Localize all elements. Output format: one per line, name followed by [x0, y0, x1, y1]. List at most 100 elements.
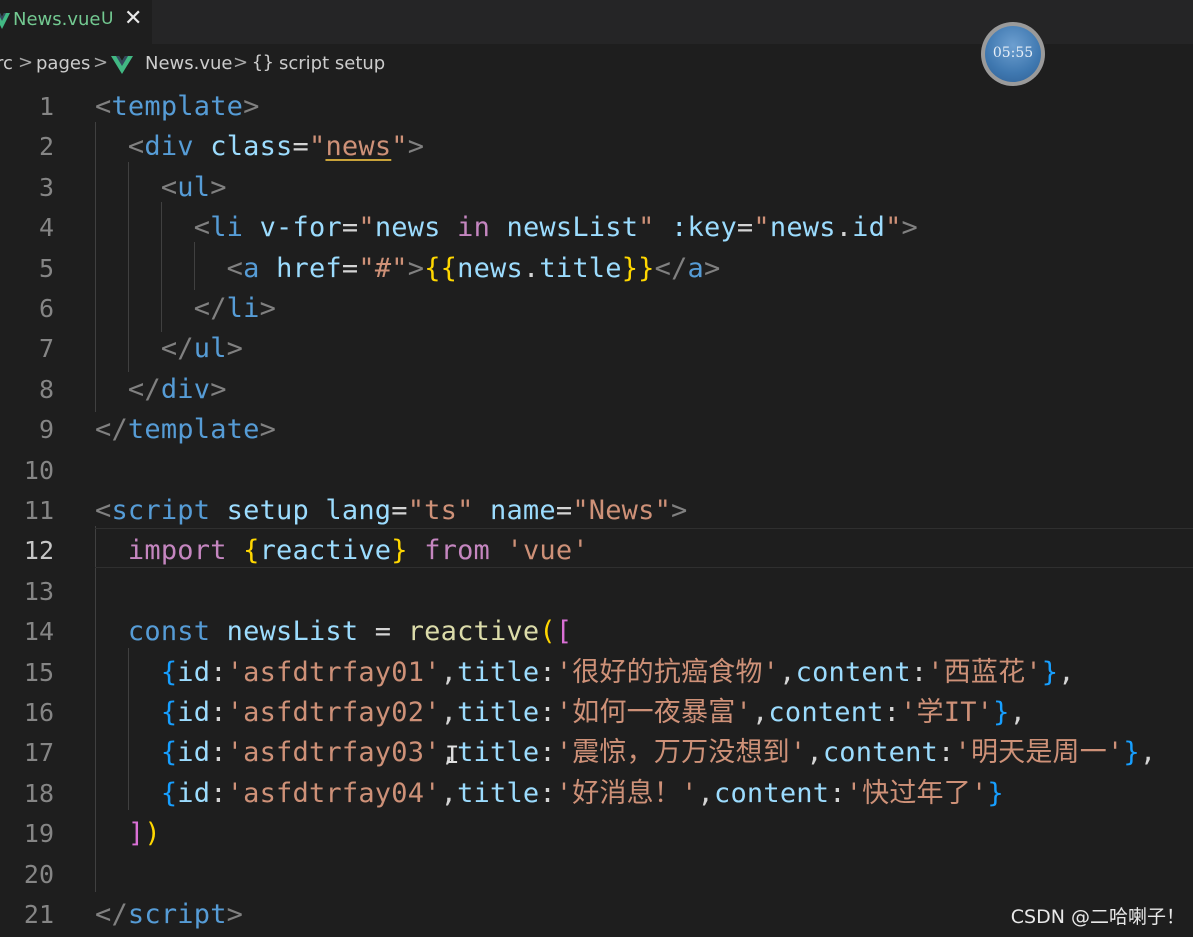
code-token: news [769, 212, 836, 244]
line-number: 4 [38, 213, 54, 243]
code-token: import [127, 535, 227, 567]
code-text: {id:'asfdtrfay04',title:'好消息！',content:'… [95, 774, 1004, 814]
code-token: class [210, 131, 293, 163]
code-text: <a href="#">{{news.title}}</a> [95, 249, 721, 289]
line-number: 14 [23, 617, 54, 647]
code-token: 'asfdtrfay03' [226, 737, 441, 769]
code-token: , [440, 656, 458, 688]
breadcrumb-item-script-setup[interactable]: script setup [279, 53, 385, 74]
code-line[interactable]: 4 <li v-for="news in newsList" :key="new… [0, 208, 1193, 248]
code-token: : [829, 777, 846, 809]
code-text: const newsList = reactive([ [95, 612, 572, 652]
code-token: , [806, 737, 823, 769]
breadcrumb-item-src[interactable]: rc [0, 53, 13, 74]
code-line[interactable]: 14 const newsList = reactive([ [0, 612, 1193, 652]
line-number: 19 [23, 819, 54, 849]
code-token: title [457, 697, 540, 728]
code-line[interactable]: 19 ]) [0, 814, 1193, 854]
code-line[interactable]: 20 [0, 855, 1193, 895]
code-token: div [144, 131, 194, 163]
code-token: > [407, 252, 425, 284]
code-token: ) [144, 818, 161, 850]
line-number: 16 [23, 698, 54, 727]
line-number: 7 [38, 334, 54, 364]
code-token: [ [555, 616, 573, 648]
code-token: { [160, 737, 178, 769]
code-token: title [457, 656, 540, 688]
code-line[interactable]: 8 </div> [0, 370, 1193, 410]
tab-news-vue[interactable]: News.vue U ✕ [0, 0, 152, 44]
code-editor[interactable]: 1 <template> 2 <div class="news"> 3 <ul> 4 <… [0, 86, 1193, 937]
code-token: li [210, 212, 244, 244]
code-token: news [374, 212, 441, 244]
line-number: 1 [38, 92, 54, 121]
breadcrumb-item-news-vue[interactable]: News.vue [145, 53, 233, 74]
code-token: id [177, 656, 211, 688]
code-line[interactable]: 18 {id:'asfdtrfay04',title:'好消息！',conten… [0, 774, 1193, 814]
code-token: > [704, 252, 721, 284]
code-line[interactable]: 6 </li> [0, 289, 1193, 329]
code-token: . [522, 252, 540, 284]
code-token: '明天是周一' [954, 737, 1124, 769]
code-line[interactable]: 16 {id:'asfdtrfay02',title:'如何一夜暴富',cont… [0, 693, 1193, 733]
code-token: v-for [259, 212, 342, 244]
code-text: import {reactive} from 'vue' [95, 531, 589, 571]
code-line[interactable]: 10 [0, 451, 1193, 491]
code-token: 'vue' [506, 535, 589, 567]
code-line[interactable]: 7 </ul> [0, 329, 1193, 369]
code-token: < [95, 495, 112, 526]
clock-time: 05:55 [992, 45, 1034, 61]
code-line[interactable]: 17 {id:'asfdtrfay03',title:'震惊，万万没想到',co… [0, 733, 1193, 773]
chevron-right-icon: > [93, 52, 109, 73]
breadcrumb-item-pages[interactable]: pages [36, 53, 90, 74]
code-line[interactable]: 13 [0, 572, 1193, 612]
code-token: setup [226, 495, 309, 526]
code-line[interactable]: 2 <div class="news"> [0, 127, 1193, 167]
code-token: > [671, 495, 688, 526]
code-token: script [127, 899, 227, 930]
code-line[interactable]: 15 {id:'asfdtrfay01',title:'很好的抗癌食物',con… [0, 653, 1193, 693]
code-token: li [226, 293, 260, 324]
code-token: " [391, 131, 408, 163]
code-token: > [226, 899, 244, 930]
line-number: 17 [23, 738, 54, 768]
code-token: > [259, 414, 277, 446]
close-icon[interactable]: ✕ [124, 6, 142, 31]
code-token: content [768, 697, 884, 728]
code-text: {id:'asfdtrfay03',title:'震惊，万万没想到',conte… [95, 733, 1156, 773]
code-token: const [127, 616, 211, 648]
braces-icon: {} [252, 52, 274, 73]
code-token: newsList [506, 212, 639, 244]
code-token: = [341, 252, 359, 284]
code-line[interactable]: 5 <a href="#">{{news.title}}</a> [0, 249, 1193, 289]
code-token: script [111, 495, 211, 526]
code-token: "ts" [407, 495, 474, 526]
code-token: newsList [226, 616, 359, 648]
code-token: : [883, 697, 901, 728]
clock-face: 05:55 [985, 26, 1041, 82]
code-token: '如何一夜暴富' [555, 697, 752, 728]
code-token: :key [671, 212, 737, 244]
code-text: <template> [95, 87, 260, 127]
code-text: {id:'asfdtrfay01',title:'很好的抗癌食物',conten… [95, 653, 1075, 693]
code-line[interactable]: 1 <template> [0, 87, 1193, 127]
code-line[interactable]: 3 <ul> [0, 168, 1193, 208]
code-token: ul [193, 333, 227, 365]
code-token: > [210, 171, 227, 203]
code-token: template [111, 91, 244, 122]
code-token: title [457, 777, 540, 809]
code-line[interactable]: 11 <script setup lang="ts" name="News"> [0, 491, 1193, 531]
code-line[interactable]: 12 import {reactive} from 'vue' [0, 531, 1193, 571]
code-token: template [127, 414, 260, 446]
code-line[interactable]: 9 </template> [0, 410, 1193, 450]
